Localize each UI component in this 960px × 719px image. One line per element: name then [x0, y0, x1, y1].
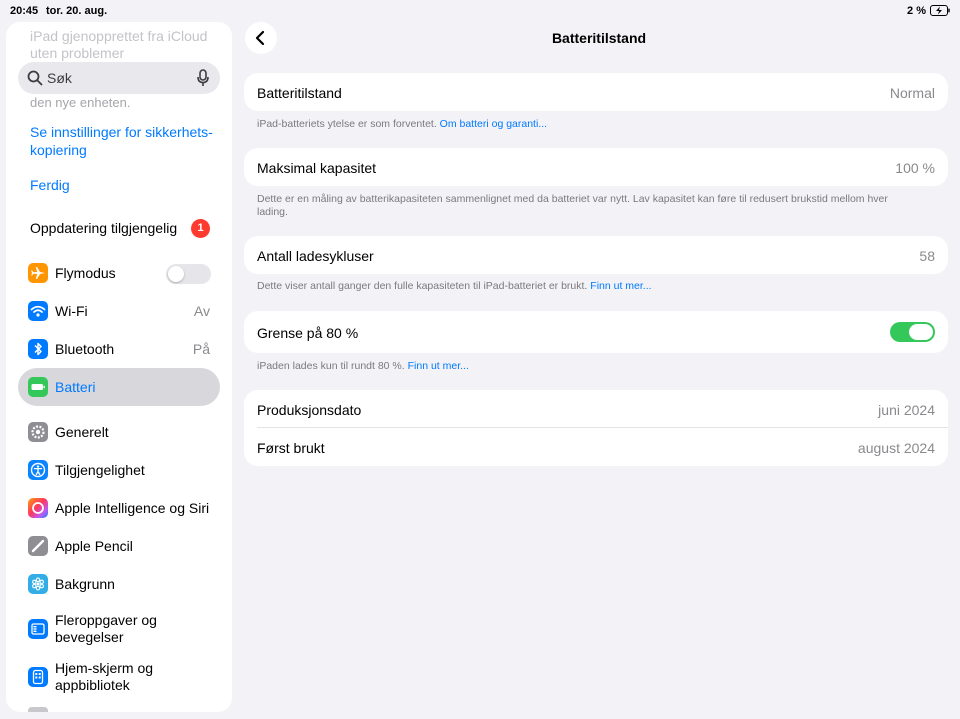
sidebar-item-accessibility[interactable]: Tilgjengelighet	[18, 451, 220, 489]
sidebar-item-bluetooth[interactable]: Bluetooth På	[18, 330, 220, 368]
transfer-status-text: den nye enheten.	[30, 95, 131, 110]
charge-limit-row: Grense på 80 %	[244, 311, 948, 353]
charge-limit-toggle[interactable]	[890, 322, 935, 342]
bluetooth-icon	[28, 339, 48, 359]
sidebar-item-apple-pencil[interactable]: Apple Pencil	[18, 527, 220, 565]
status-time: 20:45	[10, 5, 39, 17]
sidebar-item-wifi[interactable]: Wi-Fi Av	[18, 292, 220, 330]
done-link[interactable]: Ferdig	[30, 176, 70, 194]
pencil-icon	[28, 536, 48, 556]
sidebar-item-label: Apple Intelligence og Siri	[55, 500, 210, 516]
sidebar: iPad gjenopprettet fra iCloud uten probl…	[6, 22, 232, 712]
battery-icon	[28, 377, 48, 397]
search-placeholder: Søk	[47, 70, 72, 86]
sidebar-item-label: Apple Pencil	[55, 538, 133, 554]
status-date: tor. 20. aug.	[46, 5, 108, 17]
manufacture-date-label: Produksjonsdato	[257, 402, 362, 418]
wallpaper-icon	[28, 574, 48, 594]
sidebar-item-label: Fleroppgaver og bevegelser	[55, 612, 157, 645]
search-field[interactable]: Søk	[18, 62, 220, 94]
sidebar-item-siri[interactable]: Apple Intelligence og Siri	[18, 489, 220, 527]
battery-percent: 2 %	[907, 5, 926, 17]
battery-health-value: Normal	[889, 85, 935, 101]
airplane-icon	[28, 263, 48, 283]
sidebar-item-label: Tilgjengelighet	[55, 462, 145, 478]
battery-health-footer: iPad-batteriets ytelse er som forventet.…	[257, 118, 897, 131]
footer-text: iPad-batteriets ytelse er som forventet.	[257, 118, 437, 130]
max-capacity-label: Maksimal kapasitet	[257, 160, 377, 176]
max-capacity-footer: Dette er en måling av batterikapasiteten…	[257, 193, 888, 218]
toggle-knob	[168, 266, 184, 282]
cycle-count-card: Antall ladesykluser 58	[244, 236, 948, 274]
microphone-icon[interactable]	[196, 69, 210, 87]
sidebar-item-multitasking[interactable]: Fleroppgaver og bevegelser	[18, 608, 220, 650]
sidebar-item-label: Wi-Fi	[55, 303, 88, 319]
sidebar-item-wallpaper[interactable]: Bakgrunn	[18, 565, 220, 603]
first-use-row: Først brukt august 2024	[244, 428, 948, 466]
first-use-label: Først brukt	[257, 440, 325, 456]
cycle-count-footer: Dette viser antall ganger den fulle kapa…	[257, 280, 897, 293]
learn-more-link[interactable]: Finn ut mer...	[408, 360, 469, 372]
sidebar-item-home-screen[interactable]: Hjem-skjerm og appbibliotek	[18, 656, 220, 698]
learn-more-link[interactable]: Finn ut mer...	[590, 280, 651, 292]
toggle-knob	[909, 324, 933, 340]
sidebar-item-label: Bakgrunn	[55, 576, 115, 592]
first-use-value: august 2024	[857, 440, 935, 456]
restore-status-text: iPad gjenopprettet fra iCloud uten probl…	[30, 28, 208, 61]
page-title: Batteritilstand	[551, 30, 647, 46]
bluetooth-status: På	[192, 341, 210, 357]
cycle-count-label: Antall ladesykluser	[257, 248, 374, 264]
accessibility-icon	[28, 460, 48, 480]
charge-limit-card: Grense på 80 %	[244, 311, 948, 353]
status-bar: 20:45 tor. 20. aug. 2 %	[0, 0, 960, 22]
backup-settings-link[interactable]: Se innstillinger for sikkerhets-kopierin…	[30, 123, 220, 159]
manufacture-date-row: Produksjonsdato juni 2024	[244, 390, 948, 428]
wifi-icon	[28, 301, 48, 321]
dates-card: Produksjonsdato juni 2024 Først brukt au…	[244, 390, 948, 466]
sidebar-item-label: Generelt	[55, 424, 109, 440]
battery-warranty-link[interactable]: Om batteri og garanti...	[440, 118, 547, 130]
update-badge: 1	[191, 219, 210, 238]
siri-icon	[28, 498, 48, 518]
partial-item-icon	[28, 707, 48, 712]
max-capacity-row: Maksimal kapasitet 100 %	[244, 148, 948, 186]
airplane-mode-toggle[interactable]	[166, 264, 211, 284]
gear-icon	[28, 422, 48, 442]
cycle-count-value: 58	[919, 248, 935, 264]
multitasking-icon	[28, 619, 48, 639]
battery-health-row[interactable]: Batteritilstand Normal	[244, 73, 948, 111]
manufacture-date-value: juni 2024	[878, 402, 935, 418]
sidebar-item-airplane-mode[interactable]: Flymodus	[18, 254, 220, 292]
software-update-item[interactable]: Oppdatering tilgjengelig	[30, 220, 177, 236]
max-capacity-value: 100 %	[895, 160, 935, 176]
sidebar-item-label: Hjem-skjerm og appbibliotek	[55, 660, 154, 693]
sidebar-item-label: Batteri	[55, 379, 96, 395]
footer-text: Dette viser antall ganger den fulle kapa…	[257, 280, 588, 292]
wifi-status: Av	[193, 303, 210, 319]
homescreen-icon	[28, 667, 48, 687]
battery-health-label: Batteritilstand	[257, 85, 342, 101]
sidebar-item-general[interactable]: Generelt	[18, 413, 220, 451]
charge-limit-label: Grense på 80 %	[257, 325, 359, 341]
search-icon	[27, 70, 43, 86]
footer-text: iPaden lades kun til rundt 80 %.	[257, 360, 405, 372]
battery-charging-icon	[930, 5, 950, 16]
charge-limit-footer: iPaden lades kun til rundt 80 %. Finn ut…	[257, 360, 897, 373]
battery-health-card: Batteritilstand Normal	[244, 73, 948, 111]
max-capacity-card: Maksimal kapasitet 100 %	[244, 148, 948, 186]
sidebar-item-label: Bluetooth	[55, 341, 115, 357]
sidebar-item-battery[interactable]: Batteri	[18, 368, 220, 406]
cycle-count-row: Antall ladesykluser 58	[244, 236, 948, 274]
sidebar-item-label: Flymodus	[55, 265, 116, 281]
